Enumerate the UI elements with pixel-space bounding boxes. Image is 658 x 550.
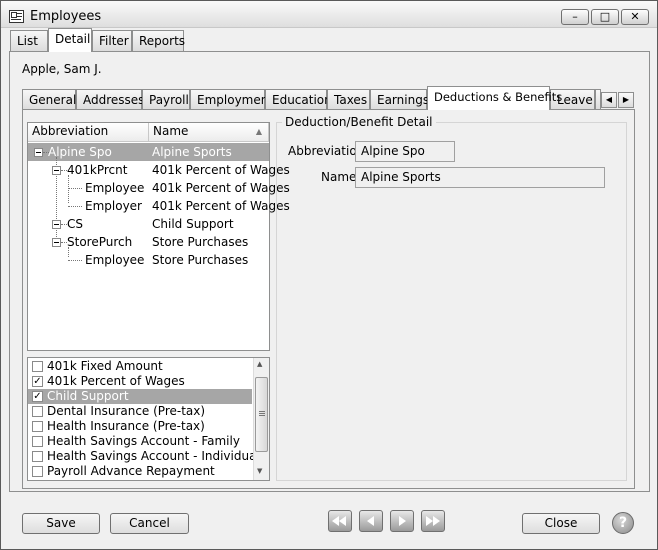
tab-reports[interactable]: Reports (132, 30, 185, 51)
name-field[interactable]: Alpine Sports (355, 167, 605, 188)
tree-row-name[interactable]: Child Support (152, 215, 234, 233)
checklist-item[interactable]: Payroll Advance Repayment (28, 464, 252, 479)
close-icon: ✕ (630, 10, 640, 23)
subtab-addresses[interactable]: Addresses (76, 89, 144, 110)
abbreviation-label: Abbreviation (288, 144, 365, 158)
chevron-left-icon: ◀ (605, 95, 613, 104)
first-record-button[interactable] (328, 510, 352, 532)
tree-row-abbreviation[interactable]: Employer (85, 197, 142, 215)
checkbox[interactable] (32, 361, 43, 372)
cancel-button[interactable]: Cancel (110, 513, 189, 534)
tree-row-abbreviation[interactable]: Employee (85, 251, 144, 269)
subtab-education[interactable]: Education (265, 89, 332, 110)
save-button[interactable]: Save (22, 513, 100, 534)
tab-filter[interactable]: Filter (92, 30, 132, 51)
collapse-icon[interactable] (52, 220, 61, 229)
subtab-payroll[interactable]: Payroll (142, 89, 190, 110)
vertical-scrollbar[interactable]: ▲ ▼ (253, 358, 269, 480)
checklist-item[interactable]: Health Insurance (Pre-tax) (28, 419, 252, 434)
collapse-icon[interactable] (52, 238, 61, 247)
tree-row-name[interactable]: 401k Percent of Wages (152, 161, 290, 179)
tree-row-name[interactable]: Store Purchases (152, 251, 248, 269)
group-title: Deduction/Benefit Detail (282, 115, 436, 129)
checkmark-icon: ✓ (33, 391, 42, 402)
column-header-abbreviation[interactable]: Abbreviation (28, 123, 149, 141)
subtab-earnings[interactable]: Earnings (370, 89, 429, 110)
help-icon[interactable]: ? (612, 512, 634, 534)
checkbox[interactable] (32, 451, 43, 462)
close-button[interactable]: Close (522, 513, 600, 534)
employee-list-icon (9, 10, 24, 23)
checklist-item[interactable]: Dental Insurance (Pre-tax) (28, 404, 252, 419)
column-header-name[interactable]: Name ▲ (149, 123, 269, 141)
checklist-item[interactable]: Health Savings Account - Individual (28, 449, 260, 464)
tree-row-name[interactable]: 401k Percent of Wages (152, 197, 290, 215)
tree-row-name[interactable]: Alpine Sports (152, 143, 232, 161)
checklist-item[interactable]: Health Savings Account - Family (28, 434, 252, 449)
tree-row-abbreviation[interactable]: 401kPrcnt (67, 161, 127, 179)
minimize-icon: – (572, 10, 578, 23)
subtab-employment[interactable]: Employment (190, 89, 273, 110)
close-window-button[interactable]: ✕ (621, 9, 649, 25)
checkbox[interactable] (32, 436, 43, 447)
tab-scroll-left-button[interactable]: ◀ (601, 92, 617, 108)
restore-button[interactable]: □ (591, 9, 619, 25)
tree-row-abbreviation[interactable]: StorePurch (67, 233, 132, 251)
next-icon (399, 516, 406, 526)
next-record-button[interactable] (390, 510, 414, 532)
checkbox[interactable] (32, 466, 43, 477)
checklist-item[interactable]: ✓ 401k Percent of Wages (28, 374, 252, 389)
employee-name: Apple, Sam J. (22, 62, 102, 76)
scroll-up-icon[interactable]: ▲ (257, 360, 262, 368)
tree-row-abbreviation[interactable]: Employee (85, 179, 144, 197)
scrollbar-thumb[interactable] (255, 377, 268, 452)
abbreviation-field[interactable]: Alpine Spo (355, 141, 455, 162)
tab-detail[interactable]: Detail (48, 28, 92, 52)
collapse-icon[interactable] (52, 166, 61, 175)
checkbox[interactable] (32, 406, 43, 417)
subtab-deductions-benefits[interactable]: Deductions & Benefits (427, 86, 562, 110)
checkbox[interactable]: ✓ (32, 376, 43, 387)
restore-icon: □ (599, 10, 611, 23)
tab-list[interactable]: List (10, 30, 48, 51)
tab-scroll-right-button[interactable]: ▶ (618, 92, 634, 108)
grip-icon (259, 411, 265, 412)
scroll-down-icon[interactable]: ▼ (257, 467, 262, 475)
previous-icon (367, 516, 374, 526)
last-record-button[interactable] (421, 510, 445, 532)
checklist-item[interactable]: ✓ Child Support (28, 389, 252, 404)
window-title: Employees (30, 9, 102, 24)
minimize-button[interactable]: – (561, 9, 589, 25)
sort-ascending-icon: ▲ (255, 127, 262, 136)
deduction-checklist[interactable]: 401k Fixed Amount ✓ 401k Percent of Wages… (27, 357, 270, 481)
tree-row-abbreviation[interactable]: CS (67, 215, 83, 233)
tree-row-name[interactable]: Store Purchases (152, 233, 248, 251)
deduction-tree[interactable]: Abbreviation Name ▲ Alpine Spo Alpine Spo… (27, 122, 290, 351)
tree-row-name[interactable]: 401k Percent of Wages (152, 179, 290, 197)
checkbox[interactable]: ✓ (32, 391, 43, 402)
subtab-taxes[interactable]: Taxes (327, 89, 370, 110)
checkbox[interactable] (32, 421, 43, 432)
checklist-item[interactable]: 401k Fixed Amount (28, 359, 252, 374)
collapse-icon[interactable] (34, 148, 43, 157)
subtab-general[interactable]: General (22, 89, 76, 110)
chevron-right-icon: ▶ (622, 95, 630, 104)
tree-row-abbreviation[interactable]: Alpine Spo (48, 143, 112, 161)
name-label: Name (321, 170, 357, 184)
checkmark-icon: ✓ (33, 376, 42, 387)
previous-record-button[interactable] (359, 510, 383, 532)
